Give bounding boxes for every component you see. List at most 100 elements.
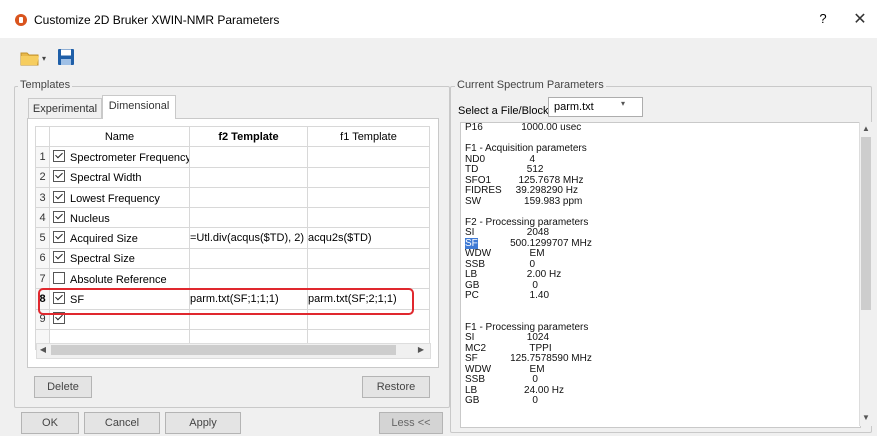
spectrum-parameters-text[interactable]: P16 1000.00 usec F1 - Acquisition paramet… <box>465 122 855 407</box>
f2-template-cell[interactable] <box>189 146 308 168</box>
close-icon[interactable]: ✕ <box>850 9 870 29</box>
scroll-up-icon[interactable]: ▲ <box>859 122 873 135</box>
f1-template-cell[interactable] <box>307 268 430 290</box>
templates-table: Name f2 Template f1 Template 1 Spectromet… <box>35 125 430 351</box>
row-number: 5 <box>35 227 50 249</box>
horizontal-scrollbar-thumb[interactable] <box>51 345 396 355</box>
row-number: 4 <box>35 207 50 229</box>
f1-template-cell[interactable] <box>307 146 430 168</box>
table-row[interactable]: 5 Acquired Size =Utl.div(acqus($TD), 2) acq… <box>35 227 430 249</box>
name-cell[interactable]: Absolute Reference <box>49 268 190 290</box>
parameter-line: TD 512 <box>465 164 855 176</box>
ok-button[interactable]: OK <box>21 412 79 434</box>
name-label: Spectrometer Frequency <box>70 151 190 164</box>
table-row[interactable]: 1 Spectrometer Frequency <box>35 146 430 168</box>
parameter-line: P16 1000.00 usec <box>465 122 855 134</box>
cancel-button[interactable]: Cancel <box>84 412 160 434</box>
name-label: Lowest Frequency <box>70 192 160 205</box>
parameter-value: EM <box>499 248 545 259</box>
parameter-key: SI <box>465 227 475 238</box>
table-row[interactable]: 4 Nucleus <box>35 207 430 229</box>
help-button[interactable]: ? <box>815 11 831 27</box>
file-block-select[interactable]: parm.txt <box>548 97 643 117</box>
f1-template-cell[interactable] <box>307 166 430 188</box>
row-checkbox[interactable] <box>53 190 65 203</box>
name-label: Nucleus <box>70 212 110 225</box>
parameter-key: LB <box>465 269 478 280</box>
parameter-key: TD <box>465 164 479 175</box>
parameter-value: 1024 <box>499 332 550 343</box>
row-checkbox[interactable] <box>53 251 65 264</box>
name-cell[interactable]: Spectral Width <box>49 166 190 188</box>
parameter-value: 512 <box>499 164 544 175</box>
scroll-left-icon[interactable]: ◀ <box>36 343 50 357</box>
parameter-value: 0 <box>499 395 538 406</box>
row-checkbox[interactable] <box>53 271 65 284</box>
apply-button[interactable]: Apply <box>165 412 241 434</box>
name-cell[interactable]: Acquired Size <box>49 227 190 249</box>
f2-template-cell[interactable] <box>189 186 308 209</box>
parameter-line: FIDRES 39.298290 Hz <box>465 185 855 197</box>
row-checkbox[interactable] <box>53 149 65 162</box>
parameter-key: SW <box>465 195 482 207</box>
restore-button[interactable]: Restore <box>362 376 430 398</box>
parameter-value: 1000.00 usec <box>499 122 582 133</box>
row-checkbox[interactable] <box>53 210 65 223</box>
f2-template-cell[interactable] <box>189 247 308 270</box>
templates-group-label: Templates <box>18 79 73 91</box>
column-header-f1[interactable]: f1 Template <box>307 125 430 148</box>
parameter-value: 2.00 Hz <box>499 269 562 280</box>
table-row[interactable]: 2 Spectral Width <box>35 166 430 188</box>
parameter-key: SF <box>465 353 478 364</box>
name-cell[interactable]: Lowest Frequency <box>49 186 190 209</box>
f2-template-cell[interactable]: =Utl.div(acqus($TD), 2) <box>189 227 308 249</box>
chevron-down-icon[interactable]: ▾ <box>42 54 46 63</box>
tab-experimental[interactable]: Experimental <box>28 98 102 119</box>
highlight-annotation <box>38 288 414 315</box>
name-cell[interactable]: Spectrometer Frequency <box>49 146 190 168</box>
table-row[interactable]: 3 Lowest Frequency <box>35 186 430 209</box>
f1-template-cell[interactable] <box>307 186 430 209</box>
table-row[interactable]: 6 Spectral Size <box>35 247 430 270</box>
table-row[interactable]: 7 Absolute Reference <box>35 268 430 290</box>
f1-template-cell[interactable] <box>307 247 430 270</box>
name-cell[interactable]: Nucleus <box>49 207 190 229</box>
f2-template-cell[interactable] <box>189 166 308 188</box>
save-icon[interactable] <box>57 48 75 66</box>
row-checkbox[interactable] <box>53 231 65 244</box>
selected-text: SF <box>465 237 478 249</box>
f2-template-cell[interactable] <box>189 207 308 229</box>
parameter-line: GB 0 <box>465 395 855 407</box>
row-number: 7 <box>35 268 50 290</box>
row-number: 2 <box>35 166 50 188</box>
parameter-key: PC <box>465 290 479 301</box>
app-logo-icon <box>15 14 27 26</box>
parameter-key: GB <box>465 395 480 406</box>
f1-template-cell[interactable] <box>307 207 430 229</box>
tab-dimensional[interactable]: Dimensional <box>102 95 176 119</box>
name-cell[interactable]: Spectral Size <box>49 247 190 270</box>
less-button[interactable]: Less << <box>379 412 443 434</box>
vertical-scrollbar-thumb[interactable] <box>861 137 871 310</box>
f1-template-cell[interactable]: acqu2s($TD) <box>307 227 430 249</box>
name-label: Acquired Size <box>70 233 138 246</box>
parameter-line <box>465 302 855 313</box>
scroll-down-icon[interactable]: ▼ <box>859 411 873 424</box>
column-header-f2[interactable]: f2 Template <box>189 125 308 148</box>
folder-icon[interactable] <box>20 50 40 66</box>
f2-template-cell[interactable] <box>189 268 308 290</box>
parameter-value: 39.298290 Hz <box>499 185 578 196</box>
scroll-right-icon[interactable]: ▶ <box>414 343 428 357</box>
parameter-value: 125.7578590 MHz <box>499 353 592 364</box>
parameter-key: SSB <box>465 374 486 385</box>
chevron-down-icon[interactable]: ▾ <box>621 99 625 108</box>
delete-button[interactable]: Delete <box>34 376 92 398</box>
column-header-name[interactable]: Name <box>49 125 190 148</box>
parameter-line: PC 1.40 <box>465 290 855 302</box>
parameter-line: SSB 0 <box>465 374 855 386</box>
parameter-line: LB 2.00 Hz <box>465 269 855 281</box>
select-file-label: Select a File/Block: <box>458 105 552 117</box>
parameter-line: F1 - Acquisition parameters <box>465 143 855 155</box>
parameter-line: SI 1024 <box>465 332 855 344</box>
row-checkbox[interactable] <box>53 170 65 183</box>
